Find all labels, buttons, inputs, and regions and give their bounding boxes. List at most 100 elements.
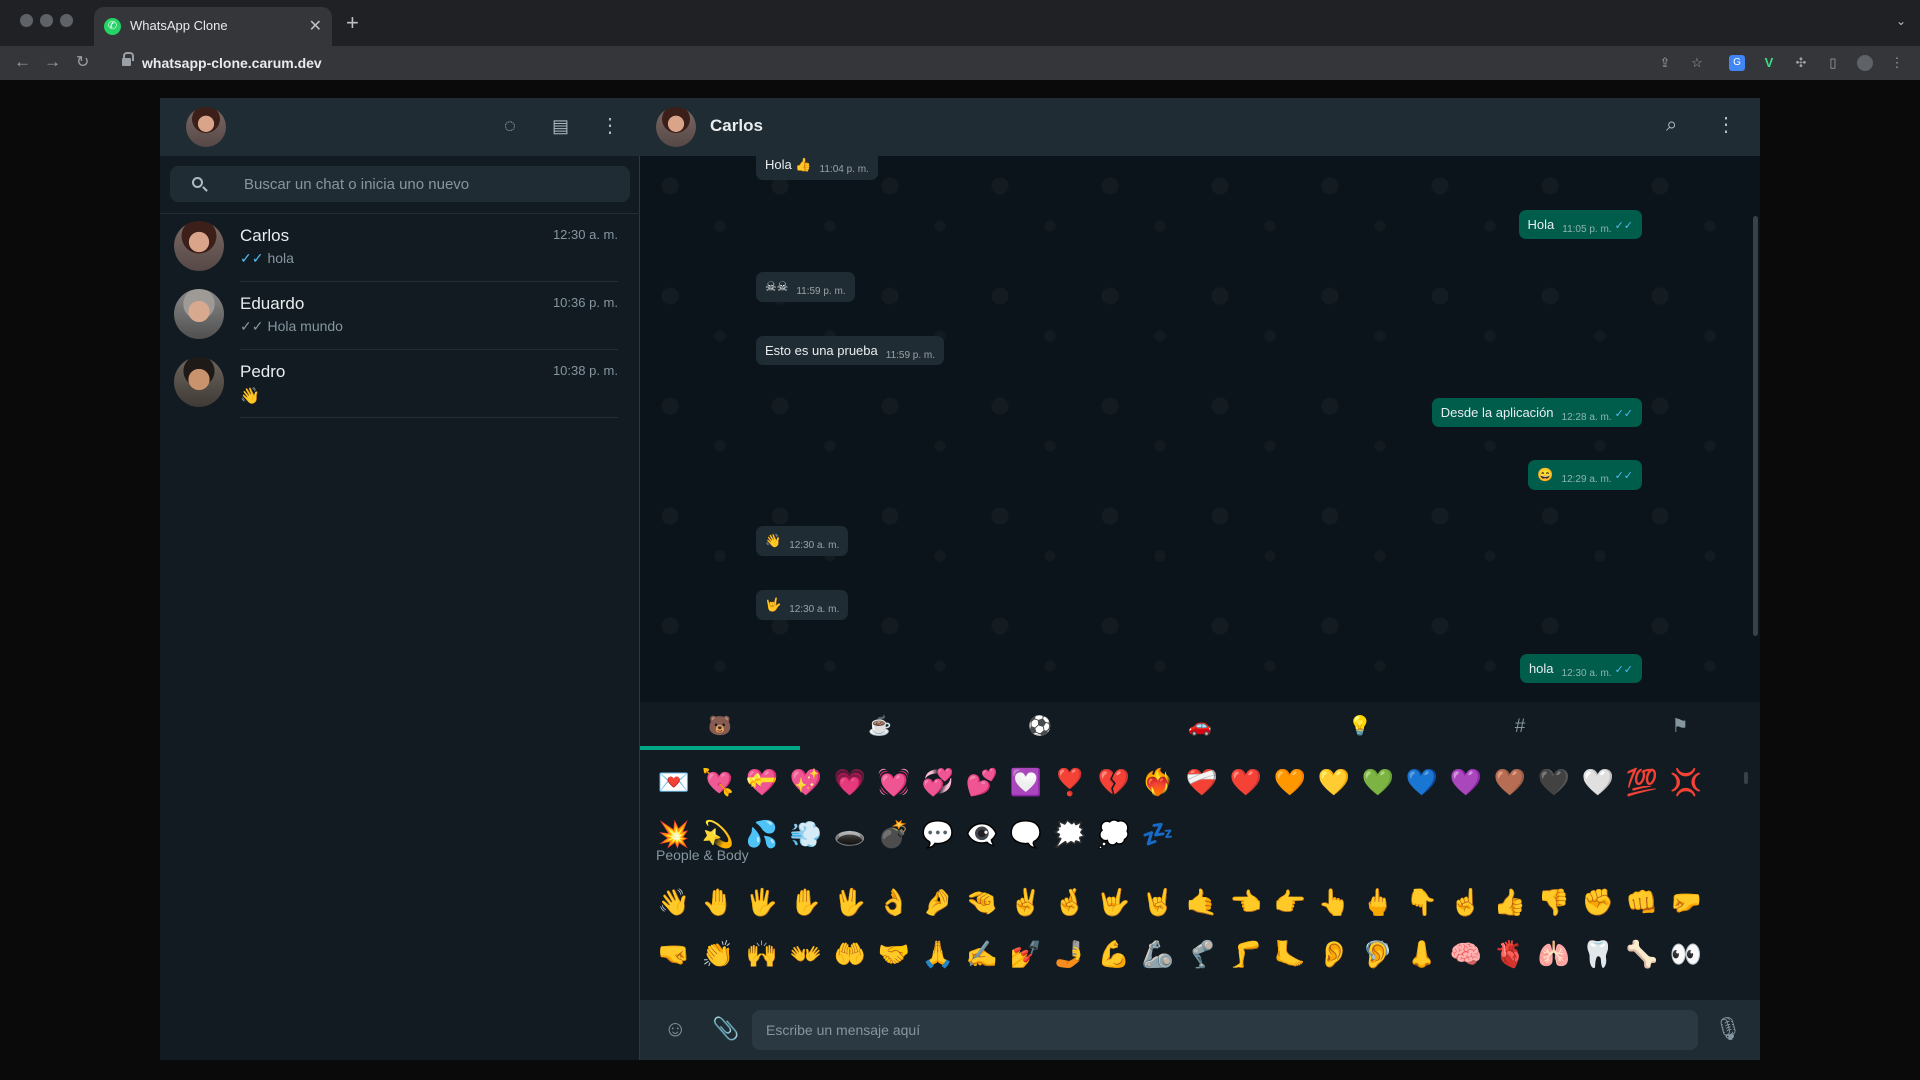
emoji-button[interactable]: 💞 [916,760,960,804]
emoji-button[interactable]: 💙 [1400,760,1444,804]
message-input[interactable] [752,1010,1698,1050]
emoji-button[interactable]: 👋 [652,880,696,924]
emoji-button[interactable]: 🦶 [1268,932,1312,976]
emoji-button[interactable]: 💟 [1004,760,1048,804]
emoji-button[interactable]: 🤲 [828,932,872,976]
emoji-button[interactable]: 🤜 [652,932,696,976]
emoji-button[interactable]: 🦿 [1180,932,1224,976]
emoji-button[interactable]: 💭 [1092,812,1136,856]
emoji-button[interactable]: 👃 [1400,932,1444,976]
forward-arrow-icon[interactable]: → [44,52,61,72]
browser-menu-icon[interactable]: ⋮ [1889,55,1905,71]
emoji-button[interactable]: 🖤 [1532,760,1576,804]
emoji-button[interactable]: 👂 [1312,932,1356,976]
browser-tab[interactable]: ✆ WhatsApp Clone ✕ [94,7,332,46]
emoji-button[interactable]: 💔 [1092,760,1136,804]
emoji-button[interactable]: ❤️‍🔥 [1136,760,1180,804]
emoji-button[interactable]: 🖕 [1356,880,1400,924]
emoji-button[interactable]: 🦾 [1136,932,1180,976]
emoji-button[interactable]: ❤️‍🩹 [1180,760,1224,804]
tab-smileys-bear-icon[interactable]: 🐻 [700,712,740,742]
emoji-button[interactable]: 💓 [872,760,916,804]
emoji-button[interactable]: 👐 [784,932,828,976]
emoji-button[interactable]: 💯 [1620,760,1664,804]
emoji-button[interactable]: 👉 [1268,880,1312,924]
extensions-puzzle-icon[interactable]: ✣ [1793,55,1809,71]
emoji-button[interactable]: ❣️ [1048,760,1092,804]
chat-list-item[interactable]: Eduardo 10:36 p. m. ✓✓ Hola mundo [160,282,640,350]
emoji-button[interactable]: 🤟 [1092,880,1136,924]
emoji-button[interactable]: 👇 [1400,880,1444,924]
emoji-button[interactable]: 👆 [1312,880,1356,924]
emoji-button[interactable]: 👊 [1620,880,1664,924]
emoji-button[interactable]: 💬 [916,812,960,856]
emoji-button[interactable]: 🕳️ [828,812,872,856]
my-avatar[interactable] [186,107,226,147]
emoji-button[interactable]: ✋ [784,880,828,924]
emoji-button[interactable]: 🗯️ [1048,812,1092,856]
chat-list-item[interactable]: Carlos 12:30 a. m. ✓✓ hola [160,214,640,282]
status-icon[interactable]: ◌ [504,114,516,138]
emoji-button[interactable]: 🤎 [1488,760,1532,804]
emoji-button[interactable]: ✍️ [960,932,1004,976]
emoji-button[interactable]: ❤️ [1224,760,1268,804]
tab-flags-icon[interactable]: ⚑ [1660,712,1700,742]
menu-dots-icon[interactable]: ⋮ [600,114,620,138]
emoji-button[interactable]: 🤙 [1180,880,1224,924]
emoji-button[interactable]: 💝 [740,760,784,804]
new-chat-icon[interactable]: ▤ [552,114,569,138]
emoji-button[interactable]: 💤 [1136,812,1180,856]
side-panel-icon[interactable]: ▯ [1825,55,1841,71]
tab-symbols-hash-icon[interactable]: # [1500,712,1540,742]
contact-avatar[interactable] [656,107,696,147]
emoji-button[interactable]: 👀 [1664,932,1708,976]
share-icon[interactable]: ⇪ [1657,55,1673,71]
profile-avatar-icon[interactable] [1857,55,1873,71]
emoji-button[interactable]: 🤛 [1664,880,1708,924]
window-minimize-button[interactable] [40,14,53,27]
emoji-button[interactable]: 🖖 [828,880,872,924]
emoji-button[interactable]: 🦷 [1576,932,1620,976]
emoji-button[interactable]: 💜 [1444,760,1488,804]
emoji-button[interactable]: 💪 [1092,932,1136,976]
attach-paperclip-icon[interactable]: 📎 [712,1017,739,1041]
emoji-scrollbar[interactable] [1744,772,1748,784]
emoji-button[interactable]: 💨 [784,812,828,856]
window-close-button[interactable] [20,14,33,27]
emoji-button[interactable]: ✌️ [1004,880,1048,924]
emoji-button[interactable]: 💣 [872,812,916,856]
search-input[interactable] [244,166,614,202]
chat-menu-dots-icon[interactable]: ⋮ [1716,113,1736,137]
emoji-button[interactable]: 💕 [960,760,1004,804]
emoji-button[interactable]: 🦴 [1620,932,1664,976]
emoji-button[interactable]: 👁️‍🗨️ [960,812,1004,856]
emoji-button[interactable]: 🗨️ [1004,812,1048,856]
tab-food-cup-icon[interactable]: ☕ [860,712,900,742]
tab-close-icon[interactable]: ✕ [309,16,322,36]
bookmark-star-icon[interactable]: ☆ [1689,55,1705,71]
emoji-button[interactable]: 👎 [1532,880,1576,924]
emoji-button[interactable]: 👍 [1488,880,1532,924]
emoji-button[interactable]: 💢 [1664,760,1708,804]
emoji-button[interactable]: 🫁 [1532,932,1576,976]
emoji-button[interactable]: 🙏 [916,932,960,976]
tab-objects-bulb-icon[interactable]: 💡 [1340,712,1380,742]
microphone-icon[interactable]: 🎙 [1714,1017,1742,1041]
emoji-button[interactable]: 🙌 [740,932,784,976]
search-messages-icon[interactable]: ⌕ [1666,113,1677,137]
window-maximize-button[interactable] [60,14,73,27]
emoji-button[interactable]: 💌 [652,760,696,804]
back-arrow-icon[interactable]: ← [14,52,31,72]
emoji-button[interactable]: 👈 [1224,880,1268,924]
emoji-button[interactable]: 💚 [1356,760,1400,804]
emoji-button[interactable]: 🤘 [1136,880,1180,924]
chat-list-item[interactable]: Pedro 10:38 p. m. 👋 [160,350,640,418]
emoji-button[interactable]: 🧡 [1268,760,1312,804]
emoji-button[interactable]: 🤳 [1048,932,1092,976]
emoji-button[interactable]: 🤌 [916,880,960,924]
tab-activity-ball-icon[interactable]: ⚽ [1020,712,1060,742]
emoji-button[interactable]: 💖 [784,760,828,804]
emoji-button[interactable]: 🤝 [872,932,916,976]
emoji-button[interactable]: 🤚 [696,880,740,924]
emoji-button[interactable]: 🦵 [1224,932,1268,976]
